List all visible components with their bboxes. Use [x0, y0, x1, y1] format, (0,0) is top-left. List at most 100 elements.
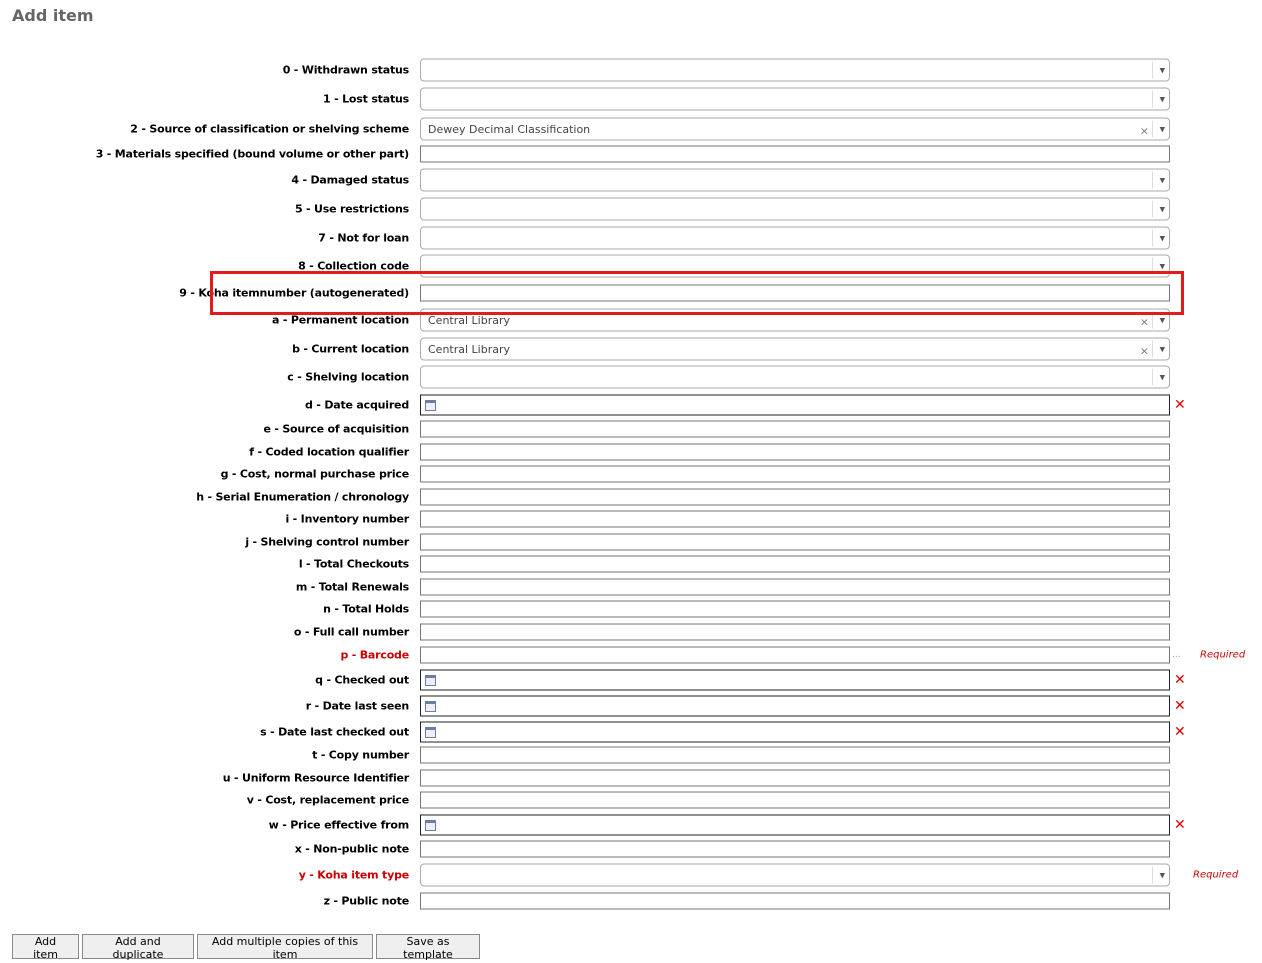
field-label-w: w - Price effective from — [268, 818, 410, 832]
field-label-4: 4 - Damaged status — [291, 173, 409, 187]
field-o-input[interactable] — [420, 623, 1170, 641]
required-indicator: Required — [1193, 869, 1239, 881]
field-4-select[interactable]: ▼ — [420, 168, 1170, 192]
separator — [1152, 311, 1153, 329]
add-item-button[interactable]: Add item — [12, 934, 79, 961]
field-b-select[interactable]: Central Library × ▼ — [420, 337, 1170, 361]
field-j-input[interactable] — [420, 533, 1170, 551]
field-t-input[interactable] — [420, 746, 1170, 764]
field-9-input[interactable] — [420, 284, 1170, 302]
field-r-input[interactable] — [420, 695, 1170, 717]
calendar-icon[interactable] — [425, 674, 436, 686]
add-multiple-copies-button[interactable]: Add multiple copies of this item — [197, 934, 373, 961]
chevron-down-icon[interactable]: ▼ — [1160, 125, 1165, 133]
field-label-a: a - Permanent location — [272, 313, 409, 327]
field-label-j: j - Shelving control number — [245, 535, 409, 549]
field-n-input[interactable] — [420, 600, 1170, 618]
field-q-input[interactable] — [420, 669, 1170, 691]
field-label-h: h - Serial Enumeration / chronology — [196, 490, 409, 504]
clear-icon[interactable]: × — [1140, 344, 1149, 357]
field-label-d: d - Date acquired — [305, 398, 409, 412]
field-label-b: b - Current location — [292, 342, 409, 356]
chevron-down-icon[interactable]: ▼ — [1160, 95, 1165, 103]
selected-value: Central Library — [428, 313, 511, 327]
calendar-icon[interactable] — [425, 726, 436, 738]
clear-icon[interactable]: × — [1140, 124, 1149, 137]
chevron-down-icon[interactable]: ▼ — [1160, 66, 1165, 74]
field-label-f: f - Coded location qualifier — [249, 445, 409, 459]
field-a-select[interactable]: Central Library × ▼ — [420, 308, 1170, 332]
calendar-icon[interactable] — [425, 399, 436, 411]
field-label-l: l - Total Checkouts — [298, 557, 409, 571]
separator — [1152, 200, 1153, 218]
field-l-input[interactable] — [420, 555, 1170, 573]
field-8-select[interactable]: ▼ — [420, 254, 1170, 278]
field-label-p: p - Barcode — [340, 648, 409, 662]
field-m-input[interactable] — [420, 578, 1170, 596]
field-label-o: o - Full call number — [293, 625, 409, 639]
field-g-input[interactable] — [420, 465, 1170, 483]
clear-icon[interactable]: × — [1140, 315, 1149, 328]
separator — [1152, 257, 1153, 275]
separator — [1152, 61, 1153, 79]
clear-date-icon[interactable]: ✕ — [1174, 698, 1186, 714]
field-z-input[interactable] — [420, 892, 1170, 910]
chevron-down-icon[interactable]: ▼ — [1160, 316, 1165, 324]
field-c-select[interactable]: ▼ — [420, 365, 1170, 389]
field-label-x: x - Non-public note — [294, 842, 409, 856]
separator — [1152, 120, 1153, 138]
field-d-input[interactable] — [420, 394, 1170, 416]
separator — [1152, 368, 1153, 386]
chevron-down-icon[interactable]: ▼ — [1160, 871, 1165, 879]
add-and-duplicate-button[interactable]: Add and duplicate — [82, 934, 194, 961]
field-label-s: s - Date last checked out — [260, 725, 409, 739]
field-0-select[interactable]: ▼ — [420, 58, 1170, 82]
chevron-down-icon[interactable]: ▼ — [1160, 205, 1165, 213]
save-as-template-button[interactable]: Save as template — [376, 934, 480, 961]
clear-date-icon[interactable]: ✕ — [1174, 817, 1186, 833]
field-h-input[interactable] — [420, 488, 1170, 506]
chevron-down-icon[interactable]: ▼ — [1160, 373, 1165, 381]
field-label-8: 8 - Collection code — [298, 259, 409, 273]
separator — [1152, 866, 1153, 884]
field-2-select[interactable]: Dewey Decimal Classification × ▼ — [420, 117, 1170, 141]
field-3-input[interactable] — [420, 145, 1170, 163]
field-label-u: u - Uniform Resource Identifier — [222, 771, 409, 785]
field-w-input[interactable] — [420, 814, 1170, 836]
clear-date-icon[interactable]: ✕ — [1174, 672, 1186, 688]
field-p-input[interactable] — [420, 646, 1170, 664]
chevron-down-icon[interactable]: ▼ — [1160, 176, 1165, 184]
field-label-0: 0 - Withdrawn status — [282, 63, 409, 77]
field-x-input[interactable] — [420, 840, 1170, 858]
separator — [1152, 340, 1153, 358]
separator — [1152, 90, 1153, 108]
field-label-n: n - Total Holds — [323, 602, 409, 616]
field-y-select[interactable]: ▼ — [420, 863, 1170, 887]
selected-value: Central Library — [428, 342, 511, 356]
plugin-ellipsis-button[interactable]: ... — [1172, 650, 1181, 660]
clear-date-icon[interactable]: ✕ — [1174, 724, 1186, 740]
page-title: Add item — [12, 6, 94, 25]
field-v-input[interactable] — [420, 791, 1170, 809]
clear-date-icon[interactable]: ✕ — [1174, 397, 1186, 413]
field-1-select[interactable]: ▼ — [420, 87, 1170, 111]
field-label-1: 1 - Lost status — [323, 92, 409, 106]
calendar-icon[interactable] — [425, 700, 436, 712]
field-i-input[interactable] — [420, 510, 1170, 528]
field-7-select[interactable]: ▼ — [420, 226, 1170, 250]
calendar-icon[interactable] — [425, 819, 436, 831]
field-e-input[interactable] — [420, 420, 1170, 438]
field-f-input[interactable] — [420, 443, 1170, 461]
chevron-down-icon[interactable]: ▼ — [1160, 262, 1165, 270]
field-label-m: m - Total Renewals — [295, 580, 409, 594]
chevron-down-icon[interactable]: ▼ — [1160, 234, 1165, 242]
field-5-select[interactable]: ▼ — [420, 197, 1170, 221]
separator — [1152, 171, 1153, 189]
field-label-2: 2 - Source of classification or shelving… — [130, 122, 409, 136]
field-u-input[interactable] — [420, 769, 1170, 787]
chevron-down-icon[interactable]: ▼ — [1160, 345, 1165, 353]
field-label-3: 3 - Materials specified (bound volume or… — [95, 147, 410, 161]
field-label-t: t - Copy number — [312, 748, 409, 762]
field-s-input[interactable] — [420, 721, 1170, 743]
field-label-v: v - Cost, replacement price — [246, 793, 409, 807]
